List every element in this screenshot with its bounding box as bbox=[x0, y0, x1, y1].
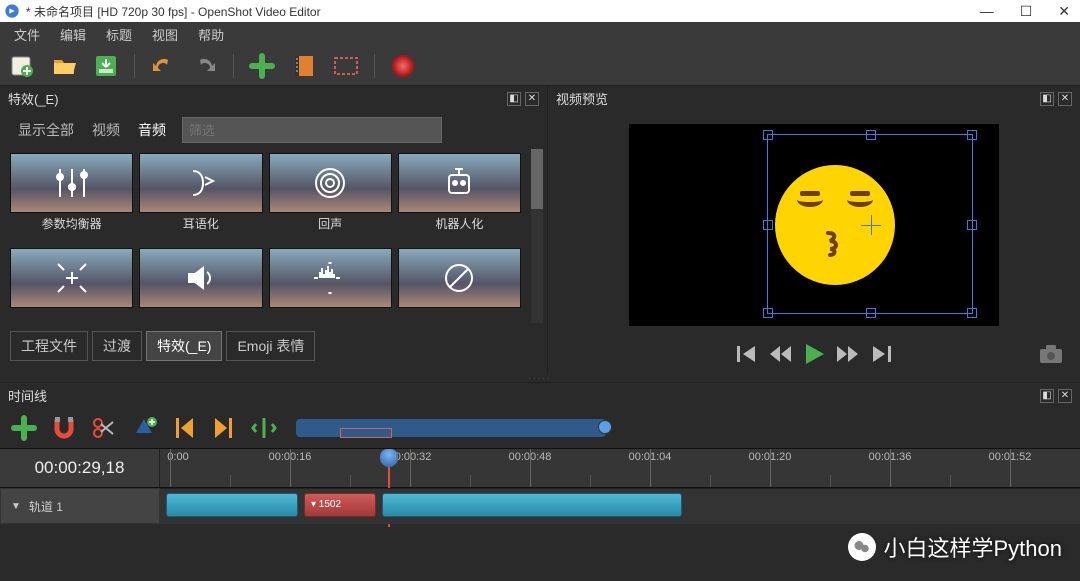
resize-handle[interactable] bbox=[763, 308, 773, 318]
close-panel-icon[interactable]: ✕ bbox=[1058, 92, 1072, 106]
dock-icon[interactable]: ◧ bbox=[507, 92, 521, 106]
app-icon bbox=[4, 3, 20, 19]
main-toolbar bbox=[0, 46, 1080, 86]
transform-selection[interactable] bbox=[767, 134, 973, 314]
resize-handle[interactable] bbox=[967, 220, 977, 230]
center-playhead-button[interactable] bbox=[250, 414, 278, 442]
close-button[interactable]: ✕ bbox=[1052, 3, 1076, 20]
menu-edit[interactable]: 编辑 bbox=[52, 22, 94, 47]
asset-tab-transitions[interactable]: 过渡 bbox=[92, 331, 142, 361]
close-panel-icon[interactable]: ✕ bbox=[1058, 389, 1072, 403]
effects-filter-input[interactable] bbox=[182, 117, 442, 143]
effects-panel: 特效(_E) ◧ ✕ 显示全部 视频 音频 参数均衡器 耳语化 回声 机器人化 bbox=[0, 86, 548, 374]
splitter-handle[interactable]: ····· bbox=[0, 374, 1080, 382]
menu-help[interactable]: 帮助 bbox=[190, 22, 232, 47]
track-name: 轨道 1 bbox=[29, 498, 63, 515]
resize-handle[interactable] bbox=[763, 220, 773, 230]
jump-end-button[interactable] bbox=[870, 342, 894, 366]
chevron-down-icon: ▼ bbox=[11, 501, 21, 512]
add-track-button[interactable] bbox=[10, 414, 38, 442]
maximize-button[interactable]: ☐ bbox=[1014, 3, 1039, 20]
timeline-clip[interactable] bbox=[382, 493, 682, 517]
effects-tab-video[interactable]: 视频 bbox=[84, 117, 128, 143]
menu-file[interactable]: 文件 bbox=[6, 22, 48, 47]
open-project-button[interactable] bbox=[50, 52, 78, 80]
effects-tab-all[interactable]: 显示全部 bbox=[10, 117, 82, 143]
dock-icon[interactable]: ◧ bbox=[1040, 389, 1054, 403]
effects-scrollbar[interactable] bbox=[531, 149, 543, 323]
effect-item[interactable] bbox=[139, 248, 262, 320]
zoom-slider[interactable] bbox=[296, 419, 606, 437]
snap-button[interactable] bbox=[50, 414, 78, 442]
window-title: * 未命名项目 [HD 720p 30 fps] - OpenShot Vide… bbox=[26, 3, 974, 20]
asset-tab-project-files[interactable]: 工程文件 bbox=[10, 331, 88, 361]
import-files-button[interactable] bbox=[248, 52, 276, 80]
new-project-button[interactable] bbox=[8, 52, 36, 80]
minimize-button[interactable]: — bbox=[974, 3, 1000, 20]
resize-handle[interactable] bbox=[967, 130, 977, 140]
effect-item[interactable] bbox=[269, 248, 392, 320]
track-header[interactable]: ▼ 轨道 1 bbox=[0, 488, 160, 524]
asset-tab-emoji[interactable]: Emoji 表情 bbox=[226, 331, 315, 361]
timeline-clip[interactable]: ▾ 1502 bbox=[304, 493, 376, 517]
menu-title[interactable]: 标题 bbox=[98, 22, 140, 47]
rewind-button[interactable] bbox=[768, 342, 792, 366]
effects-grid: 参数均衡器 耳语化 回声 机器人化 bbox=[0, 149, 531, 323]
playback-controls bbox=[548, 334, 1080, 374]
preview-canvas[interactable] bbox=[629, 124, 999, 326]
effect-whisper[interactable]: 耳语化 bbox=[139, 153, 262, 242]
redo-button[interactable] bbox=[191, 52, 219, 80]
effects-panel-title: 特效(_E) bbox=[8, 89, 59, 108]
effect-robotize[interactable]: 机器人化 bbox=[398, 153, 521, 242]
timeline-ruler[interactable]: 0:00 00:00:16 00:00:32 00:00:48 00:01:04… bbox=[160, 449, 1080, 487]
preview-panel-title: 视频预览 bbox=[556, 89, 608, 108]
add-marker-button[interactable] bbox=[130, 414, 158, 442]
close-panel-icon[interactable]: ✕ bbox=[525, 92, 539, 106]
center-anchor-icon[interactable] bbox=[866, 220, 876, 230]
effect-parametric-eq[interactable]: 参数均衡器 bbox=[10, 153, 133, 242]
watermark: 小白这样学Python bbox=[848, 531, 1063, 563]
preview-panel: 视频预览 ◧ ✕ bbox=[548, 86, 1080, 374]
export-button[interactable] bbox=[389, 52, 417, 80]
effect-item[interactable] bbox=[398, 248, 521, 320]
fast-forward-button[interactable] bbox=[836, 342, 860, 366]
save-project-button[interactable] bbox=[92, 52, 120, 80]
razor-button[interactable] bbox=[90, 414, 118, 442]
track-body[interactable]: ▾ 1502 bbox=[160, 488, 1080, 524]
asset-tab-effects[interactable]: 特效(_E) bbox=[146, 331, 222, 361]
snapshot-button[interactable] bbox=[1038, 342, 1062, 366]
next-marker-button[interactable] bbox=[210, 414, 238, 442]
fullscreen-button[interactable] bbox=[332, 52, 360, 80]
choose-profile-button[interactable] bbox=[290, 52, 318, 80]
undo-button[interactable] bbox=[149, 52, 177, 80]
effect-item[interactable] bbox=[10, 248, 133, 320]
dock-icon[interactable]: ◧ bbox=[1040, 92, 1054, 106]
wechat-icon bbox=[848, 533, 876, 561]
resize-handle[interactable] bbox=[866, 308, 876, 318]
prev-marker-button[interactable] bbox=[170, 414, 198, 442]
effect-echo[interactable]: 回声 bbox=[269, 153, 392, 242]
timeline-clip[interactable] bbox=[166, 493, 298, 517]
timecode-display[interactable]: 00:00:29,18 bbox=[0, 449, 160, 487]
resize-handle[interactable] bbox=[763, 130, 773, 140]
jump-start-button[interactable] bbox=[734, 342, 758, 366]
menubar: 文件 编辑 标题 视图 帮助 bbox=[0, 22, 1080, 46]
effects-tab-audio[interactable]: 音频 bbox=[130, 117, 174, 143]
play-button[interactable] bbox=[802, 342, 826, 366]
resize-handle[interactable] bbox=[866, 130, 876, 140]
timeline-panel-title: 时间线 bbox=[8, 386, 47, 405]
zoom-slider-knob[interactable] bbox=[598, 420, 612, 434]
resize-handle[interactable] bbox=[967, 308, 977, 318]
timeline-panel: 时间线 ◧ ✕ 00:00:29,18 0:00 00:00:16 00:00:… bbox=[0, 382, 1080, 524]
menu-view[interactable]: 视图 bbox=[144, 22, 186, 47]
